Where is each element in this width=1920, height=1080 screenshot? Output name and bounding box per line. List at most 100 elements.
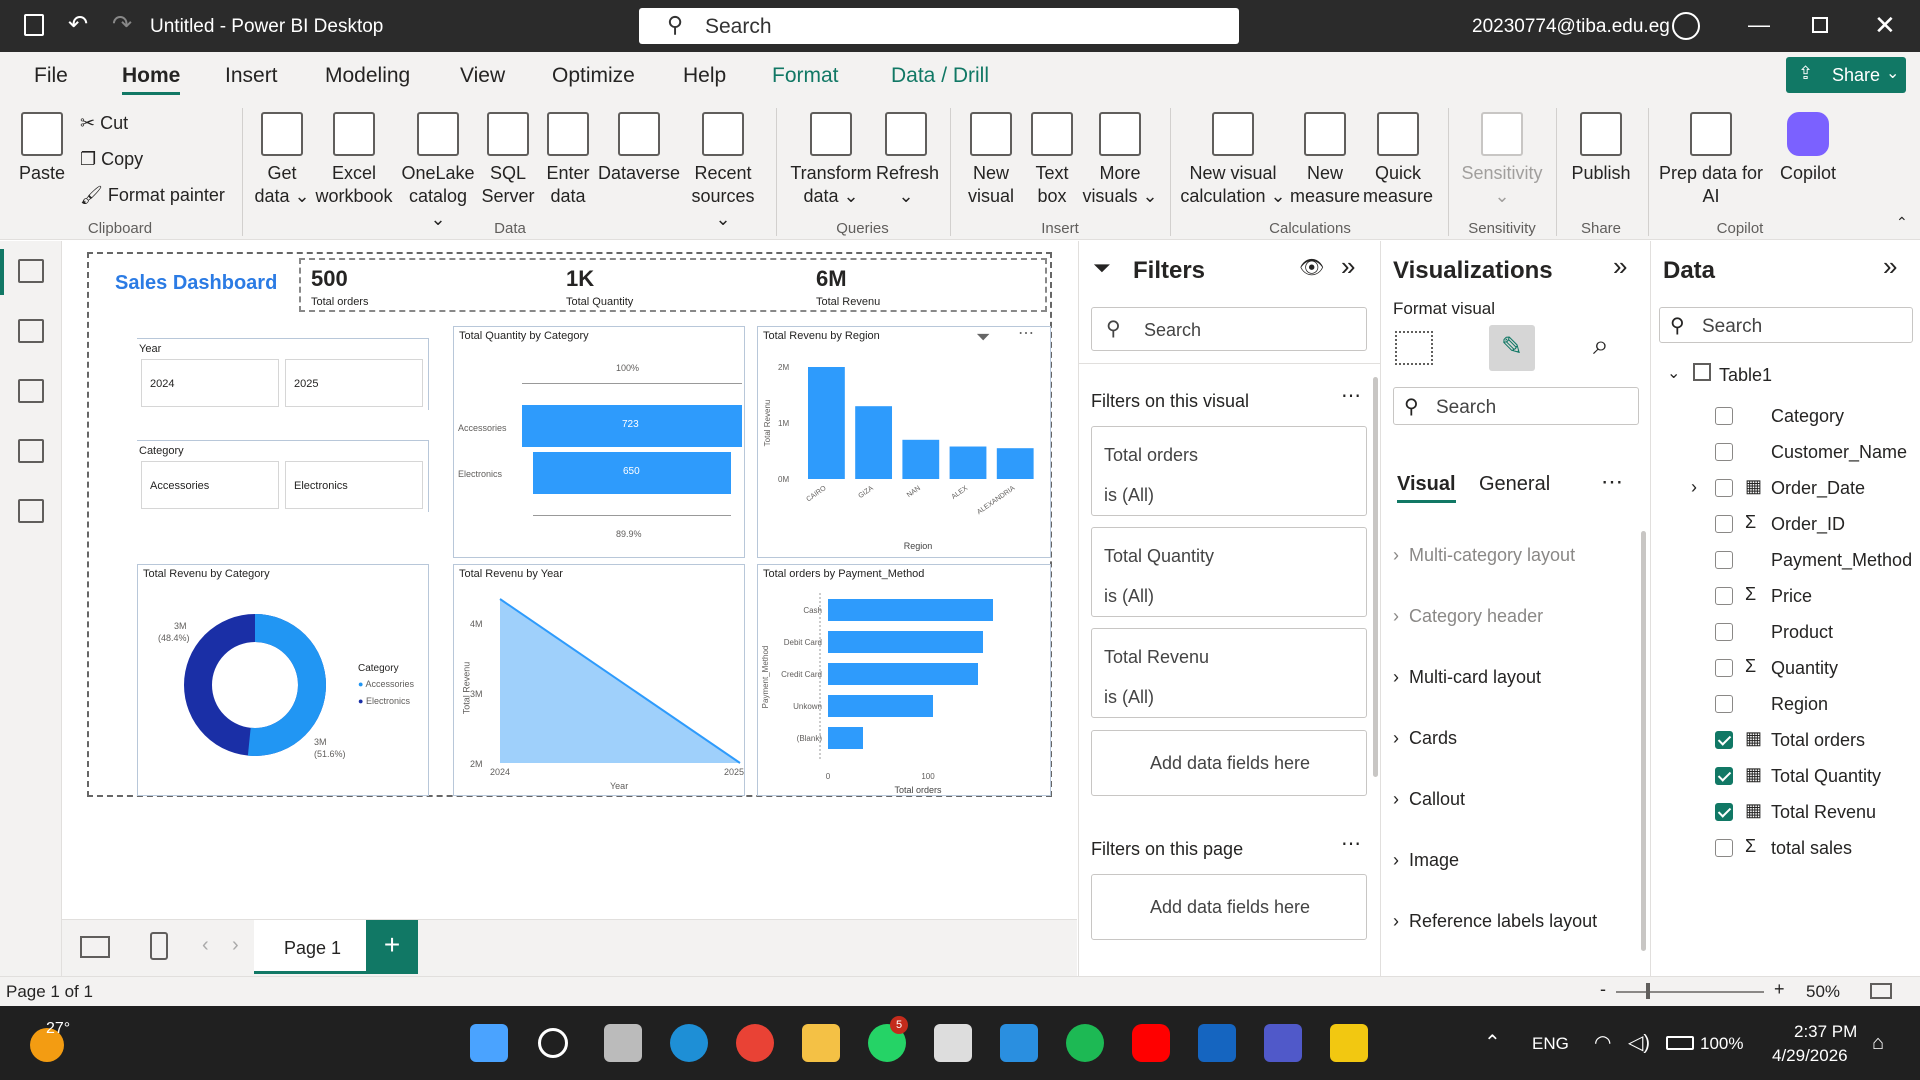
notifications-icon[interactable]: ⌂ (1872, 1032, 1884, 1055)
scrollbar[interactable] (1641, 531, 1646, 951)
model-view-icon[interactable] (18, 379, 44, 403)
file-explorer-icon[interactable] (802, 1024, 840, 1062)
revenue-by-region-chart[interactable]: Total Revenu by Region ⏷ ⋯ 2M 1M 0M Total R… (757, 325, 1051, 558)
more-options-icon[interactable]: ⋯ (1341, 383, 1361, 408)
vscode-icon[interactable] (1000, 1024, 1038, 1062)
recent-sources-button[interactable]: Recent sources ⌄ (688, 112, 758, 231)
tab-home[interactable]: Home (122, 64, 181, 95)
tab-view[interactable]: View (460, 64, 505, 88)
user-email[interactable]: 20230774@tiba.edu.eg (1472, 16, 1670, 38)
volume-icon[interactable]: ◁) (1628, 1030, 1650, 1055)
field-checkbox[interactable] (1715, 803, 1733, 821)
add-data-fields-dropzone[interactable]: Add data fields here (1091, 874, 1367, 940)
cut-button[interactable]: ✂ Cut (80, 113, 128, 134)
field-checkbox[interactable] (1715, 407, 1733, 425)
tab-data-drill[interactable]: Data / Drill (891, 64, 989, 88)
close-icon[interactable]: ✕ (1874, 10, 1896, 41)
tab-general[interactable]: General (1479, 473, 1550, 496)
search-input[interactable]: ⚲ Search (639, 8, 1239, 44)
zoom-out-icon[interactable]: - (1600, 979, 1606, 1000)
field-checkbox[interactable] (1715, 767, 1733, 785)
youtube-icon[interactable] (1132, 1024, 1170, 1062)
report-view-icon[interactable] (18, 259, 44, 283)
wifi-icon[interactable]: ◠ (1594, 1030, 1611, 1055)
data-search-input[interactable]: ⚲ Search (1659, 307, 1913, 343)
more-options-icon[interactable]: ⋯ (1601, 469, 1623, 495)
more-options-icon[interactable]: ⋯ (1341, 831, 1361, 856)
add-page-button[interactable]: + (366, 920, 418, 974)
publish-button[interactable]: Publish (1566, 112, 1636, 185)
collapse-pane-icon[interactable]: » (1341, 251, 1355, 282)
field-row[interactable]: ▦ Total Revenu (1651, 797, 1920, 827)
get-data-button[interactable]: Get data ⌄ (252, 112, 312, 208)
table-view-icon[interactable] (18, 319, 44, 343)
format-painter-button[interactable]: 🖌 Format painter (80, 185, 225, 206)
windows-start-icon[interactable] (470, 1024, 508, 1062)
analytics-icon[interactable]: ⌕ (1593, 329, 1609, 362)
table-name[interactable]: Table1 (1719, 365, 1772, 386)
avatar[interactable] (1672, 12, 1700, 40)
field-row[interactable]: Product (1651, 617, 1920, 647)
tab-modeling[interactable]: Modeling (325, 64, 410, 88)
transform-data-button[interactable]: Transform data ⌄ (786, 112, 876, 208)
task-view-icon[interactable] (604, 1024, 642, 1062)
format-section[interactable]: › Multi-category layout (1393, 545, 1575, 566)
payment-bar[interactable] (828, 695, 933, 717)
desktop-layout-icon[interactable] (80, 936, 110, 958)
funnel-bar[interactable]: 723 (522, 405, 742, 447)
tmdl-view-icon[interactable] (18, 499, 44, 523)
field-row[interactable]: Region (1651, 689, 1920, 719)
format-section[interactable]: › Multi-card layout (1393, 667, 1541, 688)
year-slicer[interactable]: Year 2024 2025 (137, 338, 429, 410)
viz-search-input[interactable]: ⚲ Search (1393, 387, 1639, 425)
clock-time[interactable]: 2:37 PM (1794, 1022, 1857, 1042)
field-row[interactable]: ▦ Total orders (1651, 725, 1920, 755)
region-bar[interactable] (996, 448, 1034, 479)
field-row[interactable]: Σ Price (1651, 581, 1920, 611)
search-icon[interactable] (538, 1028, 568, 1058)
teams-icon[interactable] (1264, 1024, 1302, 1062)
filters-search-input[interactable]: ⚲ Search (1091, 307, 1367, 351)
quantity-by-category-chart[interactable]: Total Quantity by Category 100% Accessor… (453, 326, 745, 558)
format-section[interactable]: › Cards (1393, 728, 1457, 749)
copilot-button[interactable]: Copilot (1768, 112, 1848, 185)
chevron-left-icon[interactable]: ‹ (202, 934, 209, 957)
dataverse-button[interactable]: Dataverse (598, 112, 680, 185)
maximize-icon[interactable] (1812, 17, 1828, 33)
report-page[interactable]: Sales Dashboard 500 Total orders 1K Tota… (87, 252, 1052, 797)
new-visual-calculation-button[interactable]: New visual calculation ⌄ (1180, 112, 1286, 208)
more-visuals-button[interactable]: More visuals ⌄ (1082, 112, 1158, 208)
battery-icon[interactable] (1666, 1036, 1694, 1050)
payment-bar[interactable] (828, 631, 983, 653)
collapse-ribbon-icon[interactable]: ⌃ (1896, 214, 1908, 231)
minimize-icon[interactable]: — (1748, 12, 1770, 38)
field-row[interactable]: › ▦ Order_Date (1651, 473, 1920, 503)
slicer-tile[interactable]: Accessories (141, 461, 279, 509)
payment-bar[interactable] (828, 663, 978, 685)
region-bar[interactable] (902, 439, 940, 479)
language-indicator[interactable]: ENG (1532, 1034, 1569, 1054)
field-checkbox[interactable] (1715, 515, 1733, 533)
chevron-right-icon[interactable]: › (232, 934, 239, 957)
tab-file[interactable]: File (34, 64, 68, 88)
format-section[interactable]: › Category header (1393, 606, 1543, 627)
chevron-down-icon[interactable]: ⌄ (1667, 363, 1680, 383)
field-row[interactable]: ▦ Total Quantity (1651, 761, 1920, 791)
field-checkbox[interactable] (1715, 443, 1733, 461)
store-icon[interactable] (934, 1024, 972, 1062)
zoom-in-icon[interactable]: + (1774, 979, 1785, 1000)
add-data-fields-dropzone[interactable]: Add data fields here (1091, 730, 1367, 796)
dax-query-view-icon[interactable] (18, 439, 44, 463)
format-visual-icon[interactable]: ✎ (1489, 325, 1535, 371)
page-tab[interactable]: Page 1 (254, 920, 366, 974)
app-icon[interactable] (1198, 1024, 1236, 1062)
eye-icon[interactable]: 👁 (1299, 255, 1324, 280)
field-checkbox[interactable] (1715, 551, 1733, 569)
clock-date[interactable]: 4/29/2026 (1772, 1046, 1848, 1066)
powerbi-icon[interactable] (1330, 1024, 1368, 1062)
fit-to-page-icon[interactable] (1870, 983, 1892, 999)
chrome-icon[interactable] (736, 1024, 774, 1062)
field-checkbox[interactable] (1715, 587, 1733, 605)
onelake-catalog-button[interactable]: OneLake catalog ⌄ (400, 112, 476, 231)
field-row[interactable]: Category (1651, 401, 1920, 431)
